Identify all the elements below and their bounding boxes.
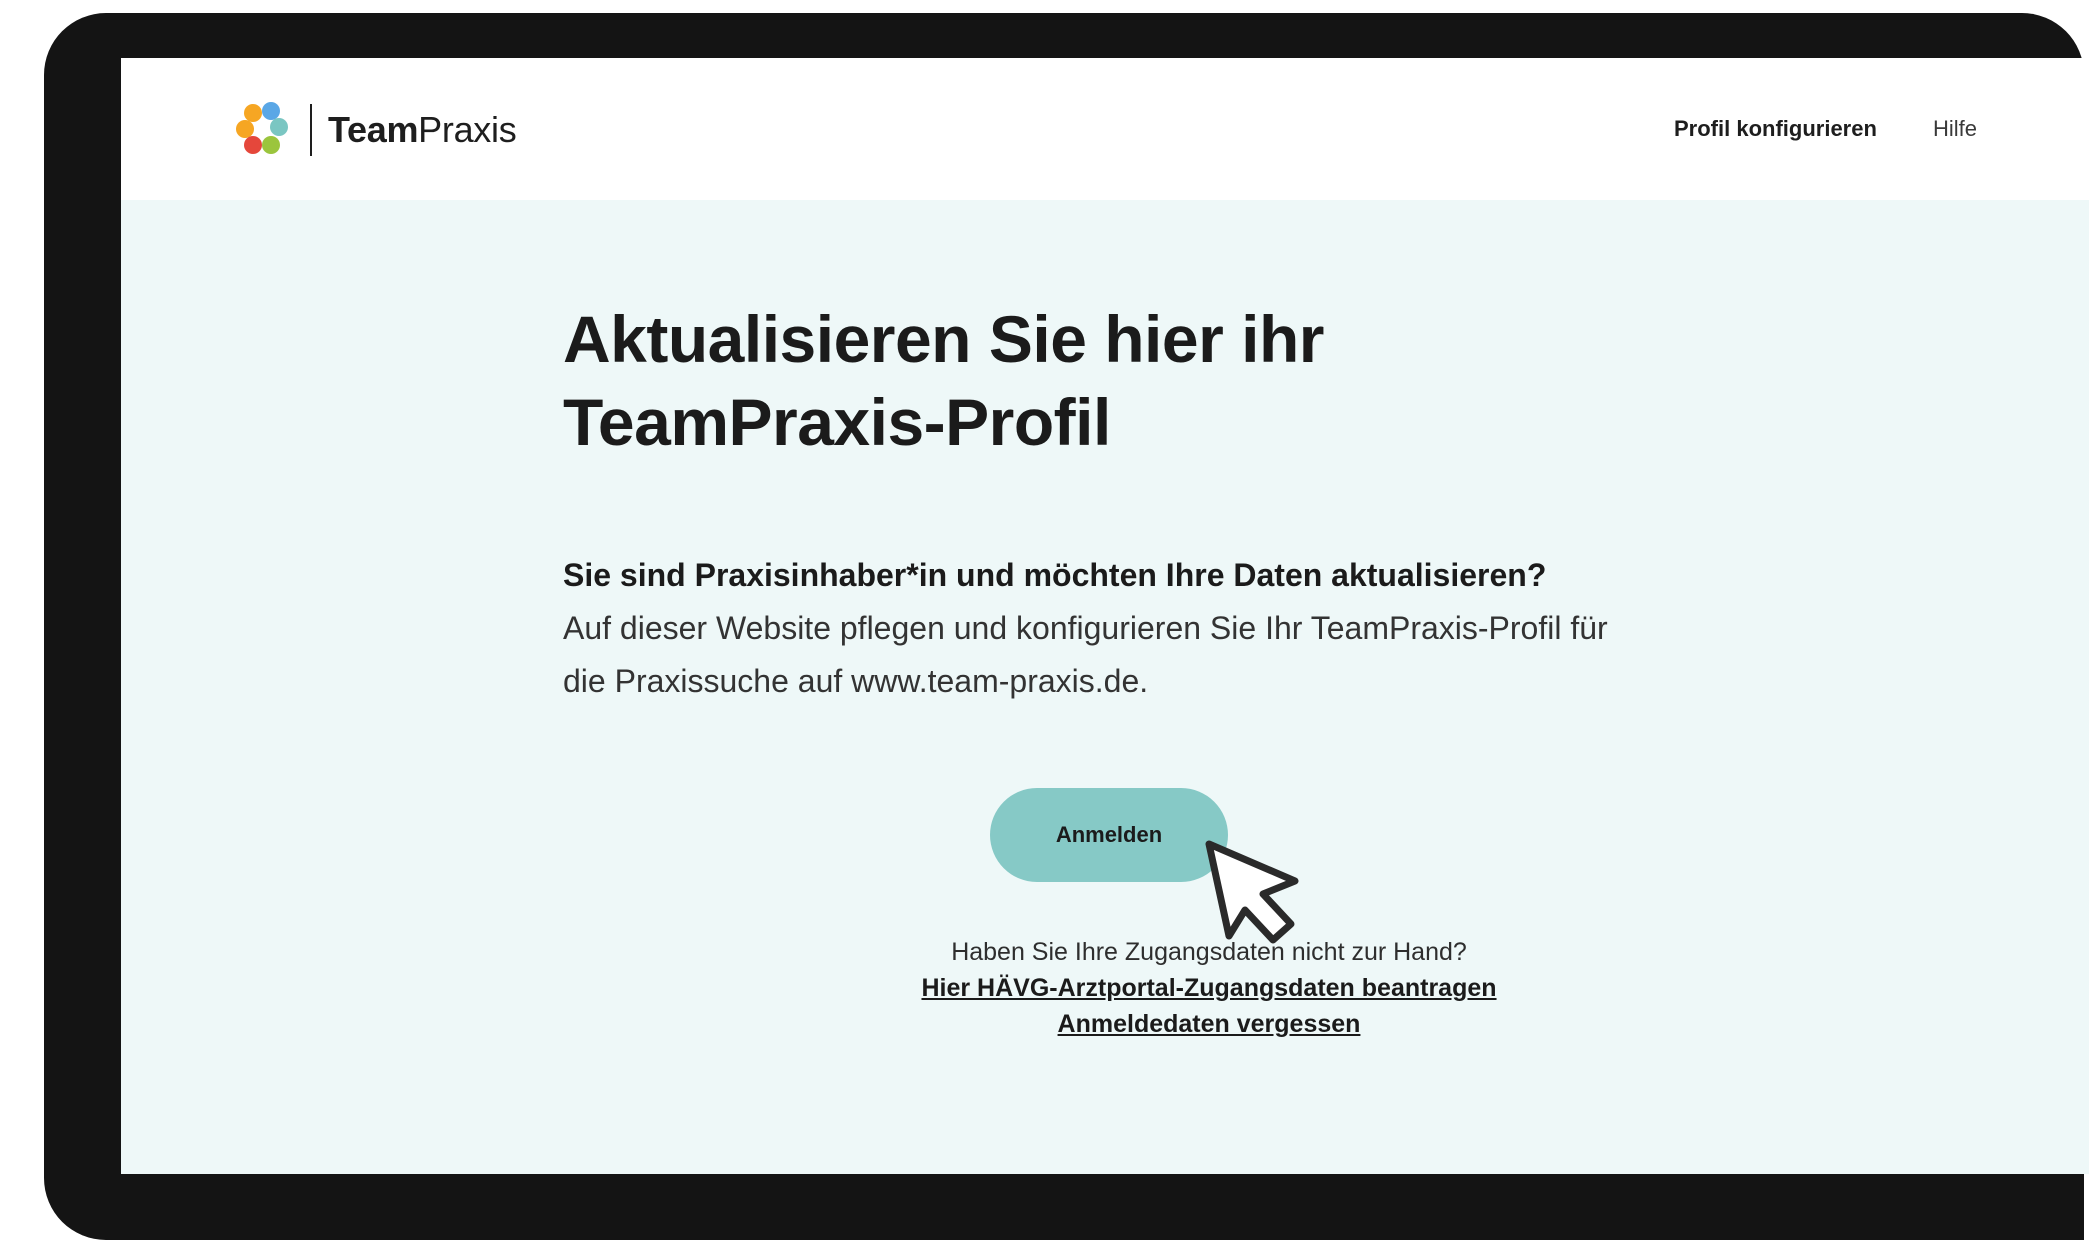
page-headline: Aktualisieren Sie hier ihr TeamPraxis-Pr… <box>563 298 1563 464</box>
teampraxis-logo-icon <box>236 102 292 158</box>
logo-dot-red <box>244 136 262 154</box>
browser-screen: TeamPraxis Profil konfigurieren Hilfe Ak… <box>121 58 2089 1174</box>
headline-line-2: TeamPraxis-Profil <box>563 385 1111 459</box>
logo-divider <box>310 104 312 156</box>
logo-dot-green <box>262 136 280 154</box>
logo-wordmark-bold: Team <box>328 109 419 150</box>
request-credentials-link[interactable]: Hier HÄVG-Arztportal-Zugangsdaten beantr… <box>721 970 1697 1006</box>
device-frame: TeamPraxis Profil konfigurieren Hilfe Ak… <box>44 13 2089 1240</box>
logo-wordmark-regular: Praxis <box>418 109 517 150</box>
site-header: TeamPraxis Profil konfigurieren Hilfe <box>121 58 2089 200</box>
mouse-pointer-icon <box>1205 840 1299 944</box>
logo-dot-teal <box>270 118 288 136</box>
intro-text: Sie sind Praxisinhaber*in und möchten Ih… <box>563 549 1663 708</box>
no-credentials-text: Haben Sie Ihre Zugangsdaten nicht zur Ha… <box>951 938 1467 966</box>
credentials-help: Haben Sie Ihre Zugangsdaten nicht zur Ha… <box>721 934 1697 1042</box>
teampraxis-logo[interactable]: TeamPraxis <box>236 102 517 158</box>
login-button[interactable]: Anmelden <box>990 788 1228 882</box>
forgot-credentials-link[interactable]: Anmeldedaten vergessen <box>721 1006 1697 1042</box>
intro-lead: Sie sind Praxisinhaber*in und möchten Ih… <box>563 557 1547 593</box>
intro-body: Auf dieser Website pflegen und konfiguri… <box>563 610 1608 699</box>
headline-line-1: Aktualisieren Sie hier ihr <box>563 302 1324 376</box>
nav-profile-configure-link[interactable]: Profil konfigurieren <box>1674 116 1877 142</box>
nav-help-link[interactable]: Hilfe <box>1933 116 1977 142</box>
logo-wordmark: TeamPraxis <box>328 109 517 151</box>
